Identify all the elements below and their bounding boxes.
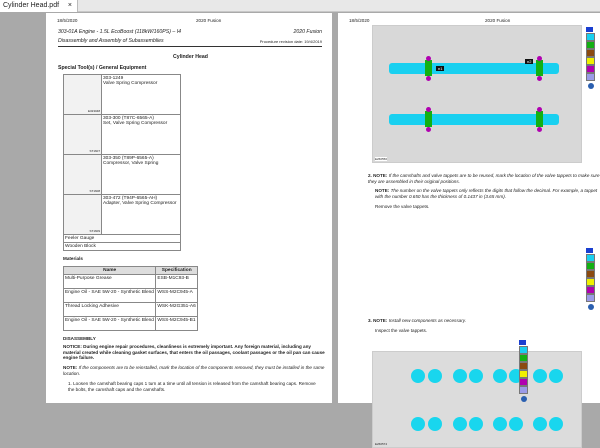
page-title: Cylinder Head: [173, 54, 208, 60]
help-icon[interactable]: [587, 83, 594, 89]
note-label: NOTE:: [63, 365, 78, 370]
legend-swatch[interactable]: [519, 362, 528, 370]
tool-cell: 303-300 (T87C-6565-A) Set, Valve Spring C…: [101, 114, 181, 155]
material-spec: WSS-M2C945-A: [155, 288, 198, 303]
section-title: Disassembly and Assembly of Subassemblie…: [58, 38, 164, 44]
print-model: 2020 Fusion: [196, 18, 222, 23]
revision-date: Procedure revision date: 19/4/2019: [259, 39, 322, 44]
figure-id: E260550: [375, 157, 388, 161]
legend-swatch[interactable]: [586, 262, 595, 270]
disassembly-heading: DISASSEMBLY: [63, 336, 96, 341]
legend-swatch[interactable]: [519, 386, 528, 394]
legend-header-icon: [586, 248, 593, 253]
help-icon[interactable]: [520, 396, 527, 402]
right-page: 18/5/2020 2020 Fusion n1 n2 E260550 2. N…: [338, 13, 600, 448]
figure-label: n1: [436, 66, 445, 71]
tools-heading: Special Tool(s) / General Equipment: [58, 65, 147, 71]
left-page: 18/5/2020 2020 Fusion 303-01A Engine - 1…: [46, 13, 332, 403]
note-label: 3. NOTE:: [368, 318, 388, 323]
tab-bar: Cylinder Head.pdf ×: [0, 0, 600, 12]
note-label: NOTE:: [375, 188, 390, 193]
print-date: 18/5/2020: [57, 18, 78, 23]
legend-swatch[interactable]: [586, 278, 595, 286]
legend-swatch[interactable]: [586, 49, 595, 57]
color-legend[interactable]: [586, 248, 595, 310]
material-name: Engine Oil - SAE 5W-20 - Synthetic Blend: [62, 288, 157, 303]
legend-swatch[interactable]: [586, 33, 595, 41]
tool-image: ST1607: [63, 114, 102, 155]
column-header: Specification: [155, 266, 198, 275]
material-spec: ESB-M1C93-B: [155, 274, 198, 289]
legend-swatch[interactable]: [586, 286, 595, 294]
close-icon[interactable]: ×: [68, 0, 72, 12]
legend-swatch[interactable]: [519, 354, 528, 362]
material-name: Multi-Purpose Grease: [62, 274, 157, 289]
equipment-row: Feeler Gauge: [63, 234, 181, 243]
color-legend[interactable]: [519, 340, 528, 402]
tool-image: ST1609: [63, 194, 102, 235]
note-text: If the components are to be reinstalled,…: [63, 365, 325, 376]
tool-cell: 303-472 (T94P-6565-AH) Adapter, Valve Spr…: [101, 194, 181, 235]
legend-swatch[interactable]: [586, 270, 595, 278]
color-legend[interactable]: [586, 27, 595, 89]
legend-swatch[interactable]: [586, 254, 595, 262]
tab-title: Cylinder Head.pdf: [3, 2, 60, 9]
material-spec: WSS-M2C945-B1: [155, 316, 198, 331]
tool-cell: 303-350 (T89P-6565-A) Compressor, Valve S…: [101, 154, 181, 195]
tappets-figure: E260574: [372, 351, 582, 448]
step-2-note: If the camshafts and valve tappets are t…: [368, 173, 600, 184]
materials-table: Name Specification Multi-Purpose Grease ES…: [62, 266, 198, 331]
notice-text: NOTICE: During engine repair procedures,…: [63, 344, 325, 360]
tool-cell: 303-1249 Valve Spring Compressor: [101, 74, 181, 115]
legend-swatch[interactable]: [586, 57, 595, 65]
note-text: The number on the valve tappets only ref…: [375, 188, 598, 199]
material-spec: WSK-M2G351-A6: [155, 302, 198, 317]
print-date: 18/5/2020: [349, 18, 370, 23]
engine-title: 303-01A Engine - 1.5L EcoBoost (118kW/16…: [58, 29, 182, 35]
help-icon[interactable]: [587, 304, 594, 310]
legend-swatch[interactable]: [519, 378, 528, 386]
inspect-instruction: Inspect the valve tappets.: [375, 328, 428, 333]
print-model: 2020 Fusion: [485, 18, 511, 23]
figure-id: E260574: [375, 442, 388, 446]
camshaft-figure: n1 n2 E260550: [372, 25, 582, 163]
legend-swatch[interactable]: [586, 294, 595, 302]
equipment-row: Wooden Block: [63, 242, 181, 251]
model-title: 2020 Fusion: [293, 29, 322, 35]
figure-label: n2: [525, 59, 534, 64]
material-name: Engine Oil - SAE 5W-20 - Synthetic Blend: [62, 316, 157, 331]
tool-image: E323048: [63, 74, 102, 115]
tab-cylinder-head-pdf[interactable]: Cylinder Head.pdf ×: [0, 0, 78, 12]
legend-header-icon: [586, 27, 593, 32]
legend-swatch[interactable]: [586, 65, 595, 73]
step-3-note: Install new components as necessary.: [388, 318, 466, 323]
legend-swatch[interactable]: [519, 346, 528, 354]
note-label: 2. NOTE:: [368, 173, 388, 178]
materials-heading: Materials: [63, 256, 83, 261]
legend-swatch[interactable]: [586, 41, 595, 49]
column-header: Name: [62, 266, 157, 275]
legend-swatch[interactable]: [586, 73, 595, 81]
header-rule: [58, 46, 322, 47]
remove-instruction: Remove the valve tappets.: [375, 204, 430, 209]
legend-swatch[interactable]: [519, 370, 528, 378]
material-name: Thread Locking Adhesive: [62, 302, 157, 317]
step-1: 1. Loosen the camshaft bearing caps 1 tu…: [68, 381, 316, 392]
tool-image: ST1608: [63, 154, 102, 195]
tools-table: E323048 303-1249 Valve Spring Compressor S…: [63, 74, 181, 251]
legend-header-icon: [519, 340, 526, 345]
